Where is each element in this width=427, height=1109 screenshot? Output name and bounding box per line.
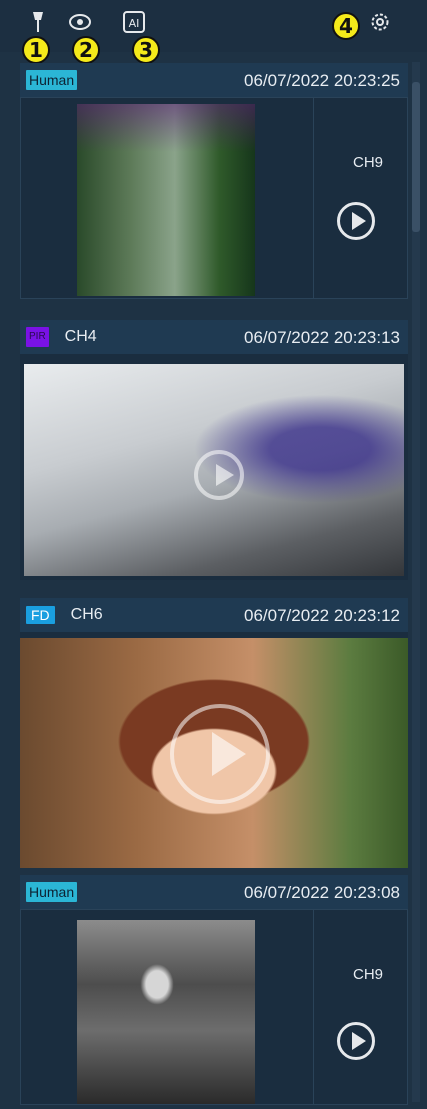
event-card-header: Human 06/07/2022 20:23:25 — [20, 63, 408, 97]
channel-label: CH6 — [70, 606, 103, 623]
scrollbar-track[interactable] — [412, 62, 420, 1102]
event-card-body: CH9 — [20, 97, 408, 299]
play-overlay-icon[interactable] — [170, 704, 270, 804]
ai-icon[interactable]: AI — [122, 10, 146, 34]
channel-label: CH9 — [352, 966, 383, 983]
video-thumbnail[interactable] — [24, 364, 404, 576]
event-card[interactable]: Human 06/07/2022 20:23:25 CH9 — [20, 63, 408, 299]
snapshot-thumbnail[interactable] — [77, 920, 255, 1104]
play-button[interactable] — [337, 202, 375, 240]
callout-marker-2: 2 — [72, 36, 100, 64]
toolbar: AI 1 2 3 4 — [0, 0, 427, 64]
event-card[interactable]: Human 06/07/2022 20:23:08 CH9 — [20, 875, 408, 1105]
callout-marker-1: 1 — [22, 36, 50, 64]
event-type-badge: Human — [26, 882, 78, 902]
card-divider — [313, 98, 314, 298]
gear-icon[interactable] — [368, 10, 392, 34]
play-button[interactable] — [337, 1022, 375, 1060]
event-timestamp: 06/07/2022 20:23:13 — [244, 328, 400, 347]
event-card-header: FD CH6 06/07/2022 20:23:12 — [20, 598, 408, 632]
event-type-badge: FD — [26, 606, 55, 624]
play-overlay-icon[interactable] — [194, 450, 244, 500]
event-timestamp: 06/07/2022 20:23:08 — [244, 883, 400, 902]
scrollbar-thumb[interactable] — [412, 82, 420, 232]
event-card-body: CH9 — [20, 909, 408, 1105]
channel-label: CH9 — [352, 154, 383, 171]
video-thumbnail[interactable] — [20, 638, 408, 868]
snapshot-thumbnail[interactable] — [77, 104, 255, 296]
channel-label: CH4 — [64, 328, 97, 345]
event-card[interactable]: PIR CH4 06/07/2022 20:23:13 — [20, 320, 408, 580]
event-type-badge: Human — [26, 70, 78, 90]
card-divider — [313, 910, 314, 1104]
event-timestamp: 06/07/2022 20:23:25 — [244, 71, 400, 90]
event-card-header: PIR CH4 06/07/2022 20:23:13 — [20, 320, 408, 354]
event-timestamp: 06/07/2022 20:23:12 — [244, 606, 400, 625]
callout-marker-3: 3 — [132, 36, 160, 64]
callout-marker-4: 4 — [332, 12, 360, 40]
event-type-badge: PIR — [26, 327, 49, 347]
pin-icon[interactable] — [26, 10, 50, 34]
event-card-header: Human 06/07/2022 20:23:08 — [20, 875, 408, 909]
event-card[interactable]: FD CH6 06/07/2022 20:23:12 — [20, 598, 408, 868]
eye-icon[interactable] — [68, 10, 92, 34]
svg-text:AI: AI — [129, 17, 140, 30]
alarm-event-panel: AI 1 2 3 4 Human 06/07/2022 20:23:25 CH9 — [0, 0, 427, 1109]
